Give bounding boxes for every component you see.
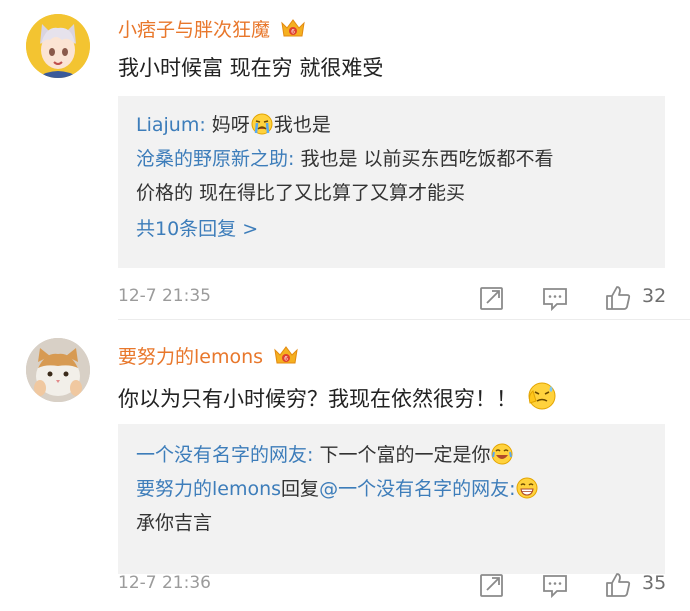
- avatar[interactable]: [26, 338, 90, 402]
- anime-avatar-icon: [26, 14, 90, 78]
- share-icon[interactable]: [478, 571, 506, 599]
- comment-2: 要努力的lemons 6 你以为只有小时候穷？我现在依然很穷！！ 一个没有名字的…: [0, 320, 690, 611]
- reply-text: 我也是: [273, 114, 331, 136]
- sweat-wave-emoji-icon: [528, 382, 556, 410]
- like-count: 32: [642, 285, 667, 307]
- username-text[interactable]: 小痞子与胖次狂魔: [118, 19, 270, 41]
- comment-1: 小痞子与胖次狂魔 6 我小时候富 现在穷 就很难受 Liajum: 妈呀 我也是…: [0, 0, 690, 318]
- timestamp: 12-7 21:35: [118, 286, 211, 306]
- comment-text: 我小时候富 现在穷 就很难受: [118, 56, 384, 80]
- reply-mention[interactable]: @一个没有名字的网友:: [319, 478, 515, 500]
- reply-box[interactable]: Liajum: 妈呀 我也是 沧桑的野原新之助: 我也是 以前买东西吃饭都不看 …: [118, 96, 665, 268]
- crying-emoji-icon: [251, 113, 273, 135]
- reply-text: 承你吉言: [136, 512, 213, 534]
- timestamp: 12-7 21:36: [118, 573, 211, 593]
- share-icon[interactable]: [478, 284, 506, 312]
- reply-item[interactable]: 一个没有名字的网友: 下一个富的一定是你: [136, 438, 647, 472]
- avatar[interactable]: [26, 14, 90, 78]
- reply-item[interactable]: Liajum: 妈呀 我也是: [136, 108, 647, 142]
- grinning-emoji-icon: [516, 477, 538, 499]
- reply-username[interactable]: Liajum:: [136, 114, 206, 136]
- reply-box[interactable]: 一个没有名字的网友: 下一个富的一定是你 要努力的lemons回复@一个没有名字…: [118, 424, 665, 574]
- username[interactable]: 小痞子与胖次狂魔 6: [118, 17, 306, 42]
- reply-username[interactable]: 沧桑的野原新之助:: [136, 148, 294, 170]
- reply-text: 价格的 现在得比了又比算了又算才能买: [136, 182, 466, 204]
- reply-item[interactable]: 沧桑的野原新之助: 我也是 以前买东西吃饭都不看 价格的 现在得比了又比算了又算…: [136, 142, 647, 210]
- username-text[interactable]: 要努力的lemons: [118, 346, 263, 368]
- svg-text:6: 6: [291, 29, 295, 36]
- cat-avatar-icon: [26, 338, 90, 402]
- like-count: 35: [642, 572, 667, 594]
- comment-icon[interactable]: [541, 571, 569, 599]
- reply-username[interactable]: 要努力的lemons: [136, 478, 281, 500]
- reply-username[interactable]: 一个没有名字的网友:: [136, 444, 313, 466]
- comment-footer: 12-7 21:35 32: [0, 282, 690, 312]
- comment-footer: 12-7 21:36 35: [0, 569, 690, 599]
- reply-text: 我也是 以前买东西吃饭都不看: [300, 148, 554, 170]
- like-icon[interactable]: [604, 284, 632, 312]
- vip-crown-icon: 6: [274, 346, 298, 364]
- reply-word: 回复: [281, 478, 320, 500]
- reply-item[interactable]: 要努力的lemons回复@一个没有名字的网友: 承你吉言: [136, 472, 647, 540]
- reply-text: 下一个富的一定是你: [319, 444, 491, 466]
- svg-text:6: 6: [284, 356, 288, 363]
- comment-text-content: 你以为只有小时候穷？我现在依然很穷！！: [118, 387, 517, 411]
- reply-text: 妈呀: [211, 114, 250, 136]
- more-replies-link[interactable]: 共10条回复 >: [136, 212, 647, 246]
- username[interactable]: 要努力的lemons 6: [118, 344, 299, 369]
- comment-text: 你以为只有小时候穷？我现在依然很穷！！: [118, 381, 557, 413]
- laughing-emoji-icon: [491, 443, 513, 465]
- comment-icon[interactable]: [541, 284, 569, 312]
- like-icon[interactable]: [604, 571, 632, 599]
- vip-crown-icon: 6: [281, 19, 305, 37]
